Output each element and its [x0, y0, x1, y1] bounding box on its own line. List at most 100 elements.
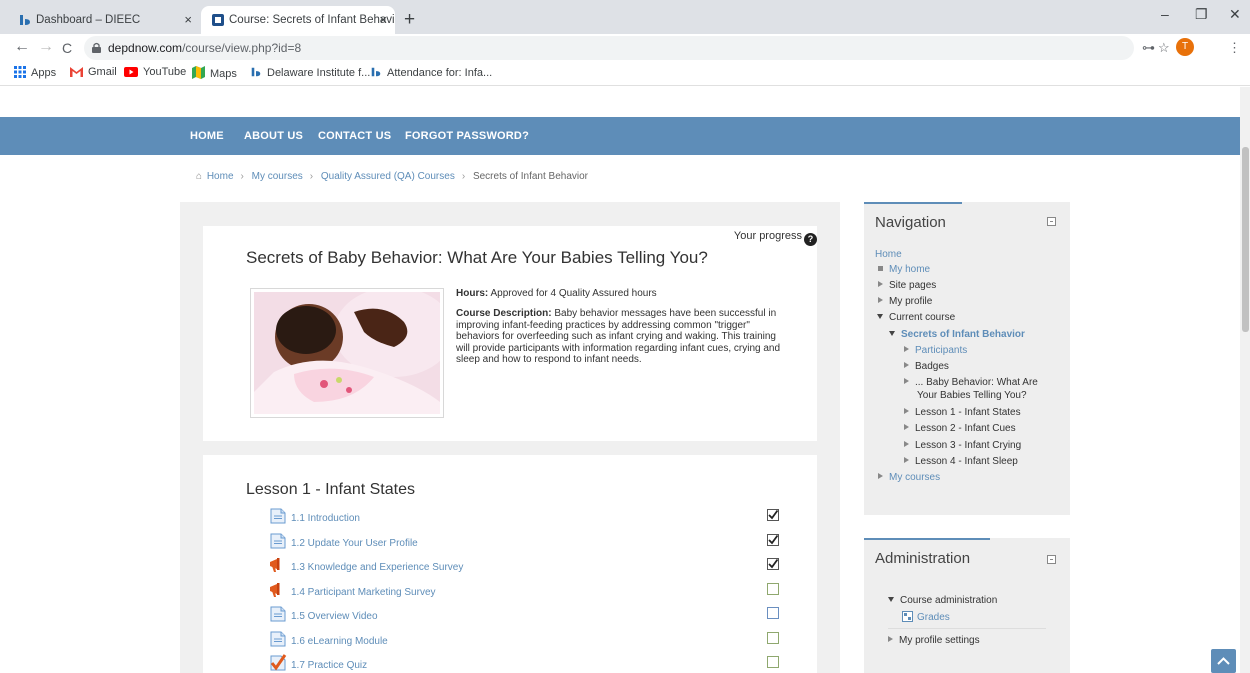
bookmark-maps[interactable]: Maps — [192, 66, 237, 80]
activity-link[interactable]: 1.2 Update Your User Profile — [291, 538, 418, 549]
course-image — [250, 288, 444, 418]
profile-avatar[interactable]: T — [1176, 38, 1194, 56]
activity-row: 1.3 Knowledge and Experience Survey — [269, 556, 799, 576]
browser-tab-course[interactable]: Course: Secrets of Infant Behavio × — [201, 6, 395, 34]
restore-button[interactable]: ❐ — [1195, 6, 1208, 23]
institute-logo-icon — [251, 67, 261, 77]
completion-unchecked-icon[interactable] — [767, 656, 779, 668]
activity-link[interactable]: 1.7 Practice Quiz — [291, 660, 367, 671]
sleeping-baby-image — [254, 292, 440, 414]
page-icon[interactable] — [269, 507, 287, 525]
bookmark-gmail[interactable]: Gmail — [70, 66, 117, 78]
close-icon[interactable]: × — [184, 6, 192, 34]
feedback-icon[interactable] — [269, 581, 287, 599]
nav-home-link[interactable]: Home — [875, 249, 902, 260]
hours-text: Approved for 4 Quality Assured hours — [490, 288, 657, 299]
breadcrumb-home[interactable]: Home — [207, 171, 234, 182]
admin-course-administration[interactable]: Course administration — [888, 595, 997, 606]
collapse-icon[interactable] — [1047, 217, 1056, 226]
forward-button[interactable]: → — [38, 38, 54, 56]
back-button[interactable]: ← — [14, 38, 30, 56]
bookmark-delaware-institute[interactable]: Delaware Institute f... — [250, 66, 370, 79]
nav-lesson-3[interactable]: Lesson 3 - Infant Crying — [904, 440, 1021, 451]
completion-unchecked-icon[interactable] — [767, 631, 779, 644]
page-scrollbar[interactable] — [1240, 87, 1250, 673]
page-icon[interactable] — [269, 605, 287, 623]
nav-course-section-line2: Your Babies Telling You? — [917, 390, 1027, 401]
nav-label: My profile settings — [899, 635, 980, 646]
bookmark-apps[interactable]: Apps — [14, 66, 56, 79]
expand-arrow-icon — [904, 424, 909, 430]
key-icon[interactable]: ⊶ — [1142, 40, 1155, 56]
completion-unchecked-icon[interactable] — [767, 607, 779, 619]
nav-label: Site pages — [889, 280, 937, 291]
nav-contact-us[interactable]: CONTACT US — [318, 130, 391, 142]
url-field[interactable]: depdnow.com/course/view.php?id=8 — [84, 36, 1134, 60]
bullet-icon — [878, 266, 883, 271]
breadcrumb-current: Secrets of Infant Behavior — [472, 171, 589, 182]
bookmark-attendance[interactable]: Attendance for: Infa... — [370, 66, 492, 79]
nav-home[interactable]: HOME — [190, 130, 224, 142]
browser-tab-dashboard[interactable]: Dashboard – DIEEC × — [8, 6, 200, 34]
nav-current-course[interactable]: Current course — [877, 312, 955, 323]
breadcrumb-my-courses[interactable]: My courses — [252, 171, 303, 182]
block-accent-bar — [864, 202, 962, 204]
nav-lesson-4[interactable]: Lesson 4 - Infant Sleep — [904, 456, 1018, 467]
nav-course-section[interactable]: ... Baby Behavior: What Are — [904, 377, 1038, 388]
nav-label: Badges — [915, 361, 949, 372]
feedback-icon[interactable] — [269, 556, 287, 574]
nav-badges[interactable]: Badges — [904, 361, 949, 372]
collapse-icon[interactable] — [1047, 555, 1056, 564]
activity-link[interactable]: 1.6 eLearning Module — [291, 636, 388, 647]
page-icon[interactable] — [269, 532, 287, 550]
bookmark-youtube[interactable]: YouTube — [124, 66, 186, 78]
bookmarks-bar: Apps Gmail YouTube Maps Delaware Institu… — [0, 62, 1250, 86]
nav-site-pages[interactable]: Site pages — [878, 280, 936, 291]
nav-lesson-2[interactable]: Lesson 2 - Infant Cues — [904, 423, 1016, 434]
page-icon[interactable] — [269, 630, 287, 648]
close-icon[interactable]: × — [379, 6, 387, 34]
collapse-arrow-icon — [888, 597, 894, 602]
course-content-region: Your progress? Secrets of Baby Behavior:… — [180, 202, 840, 673]
collapse-arrow-icon — [889, 331, 895, 336]
quiz-icon[interactable] — [269, 654, 287, 672]
nav-my-profile[interactable]: My profile — [878, 296, 932, 307]
star-icon[interactable]: ☆ — [1158, 40, 1170, 56]
nav-label: Course administration — [900, 595, 998, 606]
nav-forgot-password[interactable]: FORGOT PASSWORD? — [405, 130, 529, 142]
admin-my-profile-settings[interactable]: My profile settings — [888, 635, 980, 646]
minimize-button[interactable]: – — [1161, 6, 1169, 22]
nav-participants[interactable]: Participants — [904, 345, 967, 356]
nav-lesson-1[interactable]: Lesson 1 - Infant States — [904, 407, 1021, 418]
browser-tab-strip: Dashboard – DIEEC × Course: Secrets of I… — [0, 0, 1250, 34]
breadcrumb-qa-courses[interactable]: Quality Assured (QA) Courses — [321, 171, 455, 182]
new-tab-button[interactable]: + — [404, 6, 415, 34]
bookmark-label: Delaware Institute f... — [267, 67, 371, 79]
nav-my-courses[interactable]: My courses — [878, 472, 940, 483]
lesson-section-card: Lesson 1 - Infant States 1.1 Introductio… — [203, 455, 817, 673]
activity-link[interactable]: 1.5 Overview Video — [291, 611, 378, 622]
activity-link[interactable]: 1.4 Participant Marketing Survey — [291, 587, 436, 598]
nav-my-home[interactable]: My home — [878, 264, 930, 275]
completion-unchecked-icon[interactable] — [767, 582, 779, 595]
window-close-button[interactable]: ✕ — [1229, 6, 1241, 23]
nav-course-name[interactable]: Secrets of Infant Behavior — [889, 329, 1025, 340]
address-bar-row: ← → C depdnow.com/course/view.php?id=8 ⊶… — [0, 34, 1250, 62]
admin-grades[interactable]: Grades — [902, 611, 950, 623]
scrollbar-thumb[interactable] — [1242, 147, 1249, 332]
institute-logo-icon — [20, 15, 30, 25]
completion-checked-icon[interactable] — [767, 558, 779, 570]
back-to-top-button[interactable] — [1211, 649, 1236, 673]
completion-checked-icon[interactable] — [767, 533, 779, 546]
menu-icon[interactable]: ⋮ — [1228, 40, 1241, 56]
nav-about-us[interactable]: ABOUT US — [244, 130, 303, 142]
reload-button[interactable]: C — [62, 40, 72, 56]
activity-row: 1.4 Participant Marketing Survey — [269, 581, 799, 601]
activity-link[interactable]: 1.1 Introduction — [291, 513, 360, 524]
progress-label: Your progress? — [734, 230, 817, 246]
completion-checked-icon[interactable] — [767, 509, 779, 521]
course-description: Course Description: Baby behavior messag… — [456, 308, 786, 366]
activity-row: 1.7 Practice Quiz — [269, 654, 799, 673]
help-icon[interactable]: ? — [804, 233, 817, 246]
activity-link[interactable]: 1.3 Knowledge and Experience Survey — [291, 562, 463, 573]
